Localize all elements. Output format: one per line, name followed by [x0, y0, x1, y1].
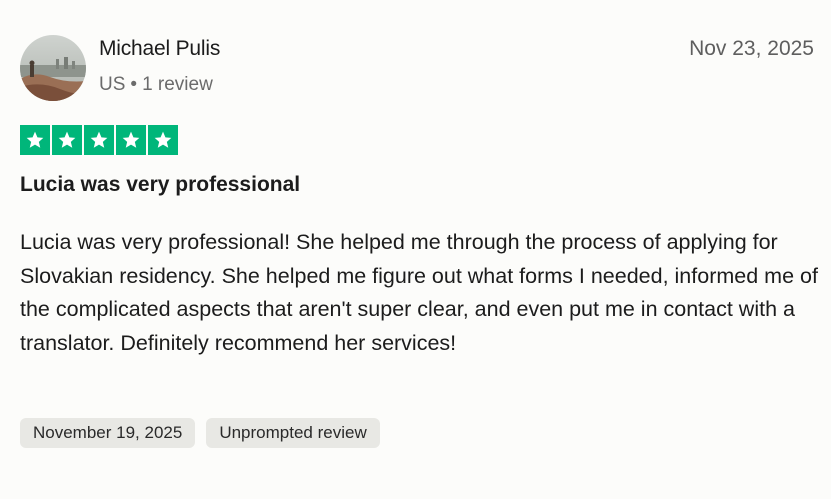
star-icon	[148, 125, 178, 155]
reviewer-name[interactable]: Michael Pulis	[99, 37, 220, 61]
review-type-tag[interactable]: Unprompted review	[206, 418, 380, 448]
experience-date-tag: November 19, 2025	[20, 418, 196, 448]
review-date: Nov 23, 2025	[689, 37, 814, 60]
avatar[interactable]	[20, 35, 86, 101]
review-title[interactable]: Lucia was very professional	[20, 173, 300, 197]
star-icon	[52, 125, 82, 155]
star-icon	[84, 125, 114, 155]
review-tags: November 19, 2025 Unprompted review	[20, 418, 380, 448]
reviewer-country: US	[99, 74, 126, 95]
review-card: Michael Pulis US • 1 review Nov 23, 2025 L…	[0, 0, 831, 499]
reviewer-review-count: 1 review	[142, 74, 213, 95]
avatar-photo-icon	[20, 35, 86, 101]
meta-separator: •	[130, 74, 138, 95]
reviewer-meta: US • 1 review	[99, 74, 213, 96]
star-icon	[116, 125, 146, 155]
review-body: Lucia was very professional! She helped …	[20, 230, 818, 355]
star-rating	[20, 125, 178, 155]
star-icon	[20, 125, 50, 155]
